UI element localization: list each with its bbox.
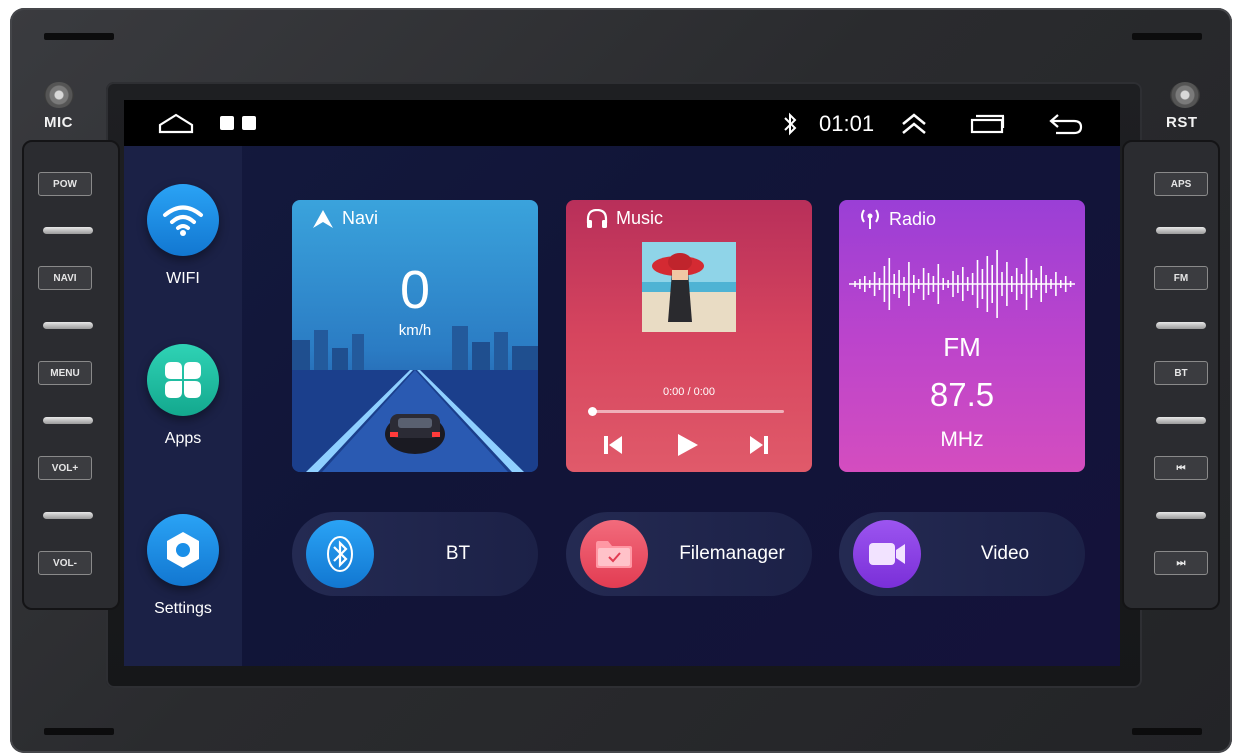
previous-track-icon[interactable] (602, 434, 624, 456)
right-divider-bar (1156, 512, 1206, 519)
navi-key[interactable]: NAVI (38, 266, 92, 290)
bt-key[interactable]: BT (1154, 361, 1208, 385)
radio-card-title: Radio (859, 208, 936, 230)
music-progress-knob[interactable] (588, 407, 597, 416)
radio-frequency: 87.5 (929, 376, 995, 413)
bluetooth-icon (784, 112, 797, 136)
video-shortcut[interactable]: Video (839, 512, 1085, 596)
touchscreen: 01:01 WIFI Apps Settings Navi 0 km/h Mus… (124, 100, 1120, 666)
volume-up-key[interactable]: VOL+ (38, 456, 92, 480)
music-progress-track[interactable] (592, 410, 784, 413)
next-track-icon[interactable] (748, 434, 770, 456)
bottom-right-slot (1132, 728, 1202, 735)
radio-unit: MHz (940, 428, 984, 451)
car-head-unit: MIC RST POW NAVI MENU VOL+ VOL- APS FM B… (0, 0, 1234, 753)
music-time: 0:00 / 0:00 (663, 386, 715, 398)
radio-antenna-icon (861, 209, 879, 229)
clock: 01:01 (819, 111, 875, 136)
chevron-up-double-icon[interactable] (900, 112, 928, 136)
dock-item-settings[interactable]: Settings (124, 514, 242, 618)
radio-band: FM (943, 332, 981, 362)
bt-shortcut[interactable]: BT (292, 512, 538, 596)
right-divider-bar (1156, 227, 1206, 234)
radio-card[interactable]: Radio FM 87.5 MHz (839, 200, 1085, 472)
folder-icon (580, 520, 648, 588)
play-icon[interactable] (674, 432, 700, 458)
dock-item-apps[interactable]: Apps (124, 344, 242, 448)
back-icon[interactable] (1048, 112, 1084, 136)
reset-hole[interactable] (1170, 82, 1200, 108)
headphones-icon (586, 208, 608, 228)
mic-hole (44, 82, 74, 108)
left-divider-bar (43, 512, 93, 519)
video-shortcut-label: Video (980, 543, 1030, 564)
music-card-title: Music (586, 208, 663, 229)
home-icon[interactable] (158, 112, 194, 134)
apps-key[interactable]: APS (1154, 172, 1208, 196)
multitask-icon[interactable] (242, 116, 256, 130)
music-card[interactable]: Music 0:00 / 0:00 (566, 200, 812, 472)
filemanager-shortcut-label: Filemanager (679, 543, 785, 564)
radio-waveform (849, 250, 1075, 318)
album-art (642, 242, 736, 332)
recent-apps-icon[interactable] (220, 116, 234, 130)
status-bar: 01:01 (124, 100, 1120, 146)
settings-icon (147, 514, 219, 586)
left-divider-bar (43, 417, 93, 424)
volume-down-key[interactable]: VOL- (38, 551, 92, 575)
dock-label-settings: Settings (154, 600, 212, 617)
next-key[interactable]: ⏭ (1154, 551, 1208, 575)
app-dock: WIFI Apps Settings (124, 146, 242, 666)
rst-label: RST (1166, 114, 1198, 131)
dock-label-wifi: WIFI (166, 270, 200, 287)
bt-shortcut-label: BT (445, 543, 471, 564)
navi-title-text: Navi (342, 208, 379, 228)
filemanager-shortcut[interactable]: Filemanager (566, 512, 812, 596)
bottom-left-slot (44, 728, 114, 735)
right-divider-bar (1156, 417, 1206, 424)
mic-label: MIC (44, 114, 73, 131)
bluetooth-icon (306, 520, 374, 588)
window-icon[interactable] (970, 114, 1006, 134)
left-divider-bar (43, 227, 93, 234)
speed-unit: km/h (398, 322, 432, 339)
navi-road-graphic (292, 326, 538, 472)
radio-title-text: Radio (889, 208, 937, 229)
navigation-arrow-icon (313, 209, 333, 228)
top-left-slot (44, 33, 114, 40)
previous-key[interactable]: ⏮ (1154, 456, 1208, 480)
music-title-text: Music (616, 208, 664, 228)
speed-value: 0 (399, 260, 431, 320)
video-camera-icon (853, 520, 921, 588)
wifi-icon (147, 184, 219, 256)
navi-card[interactable]: Navi 0 km/h (292, 200, 538, 472)
left-divider-bar (43, 322, 93, 329)
power-key[interactable]: POW (38, 172, 92, 196)
menu-key[interactable]: MENU (38, 361, 92, 385)
fm-key[interactable]: FM (1154, 266, 1208, 290)
navi-card-title: Navi (312, 208, 378, 229)
apps-icon (147, 344, 219, 416)
dock-label-apps: Apps (164, 430, 202, 447)
top-right-slot (1132, 33, 1202, 40)
dock-item-wifi[interactable]: WIFI (124, 184, 242, 288)
right-divider-bar (1156, 322, 1206, 329)
